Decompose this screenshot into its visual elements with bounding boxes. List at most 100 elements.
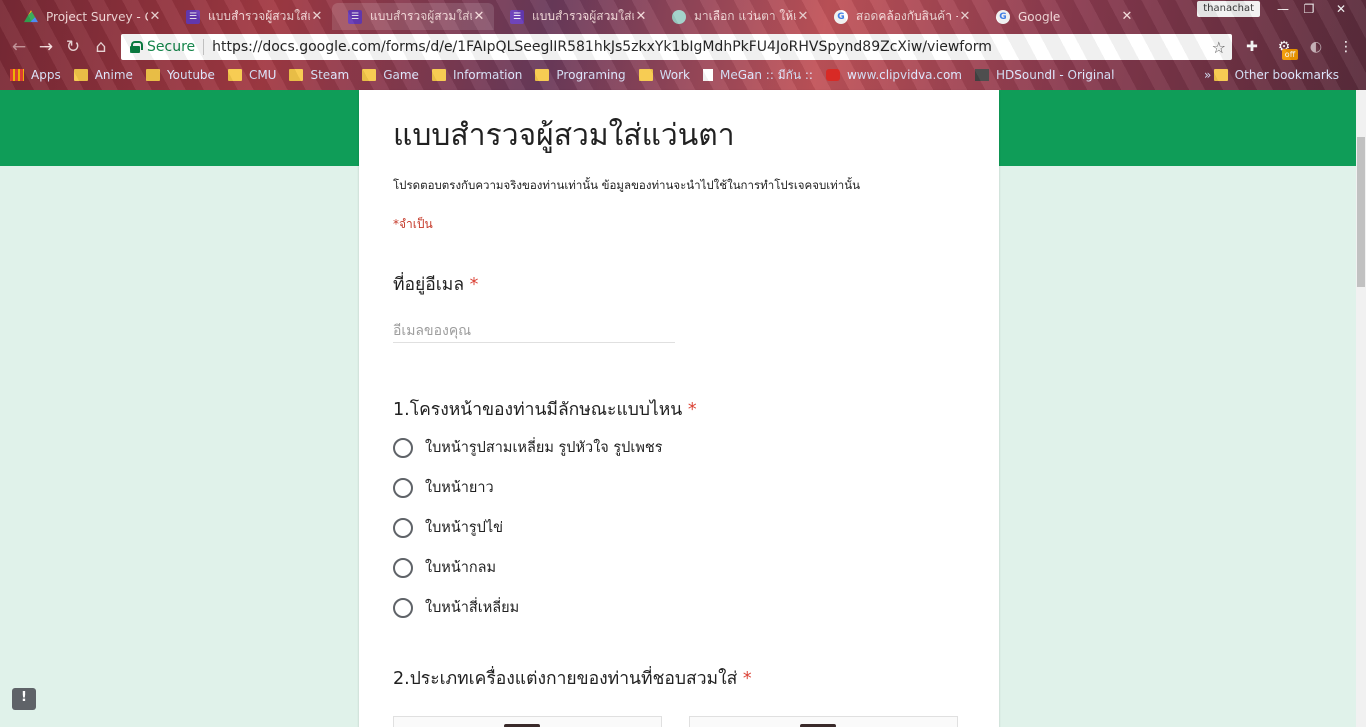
bookmarks-bar: Apps Anime Youtube CMU Steam Game Inform…: [0, 65, 1366, 85]
email-question-title: ที่อยู่อีเมล *: [393, 270, 478, 298]
forms-icon: ☰: [186, 9, 200, 24]
menu-icon[interactable]: ⋮: [1336, 37, 1356, 57]
required-asterisk: *: [742, 669, 752, 689]
secure-label: Secure: [147, 39, 196, 55]
bookmark-megan[interactable]: MeGan :: มีกัน ::: [702, 66, 813, 85]
close-tab-icon[interactable]: ✕: [310, 9, 324, 24]
bookmark-label: www.clipvidva.com: [846, 68, 962, 82]
bookmark-label: Work: [659, 68, 690, 82]
tab-title: Google: [1018, 9, 1061, 24]
extension-puzzle-icon[interactable]: ✚: [1242, 37, 1262, 57]
tab-title: แบบสำรวจผู้สวมใส่แว่นต: [370, 9, 472, 23]
bookmark-steam[interactable]: Steam: [289, 68, 349, 82]
site-icon: [672, 9, 686, 24]
bookmark-programing[interactable]: Programing: [535, 68, 626, 82]
close-tab-icon[interactable]: ✕: [148, 9, 162, 24]
radio-circle-icon[interactable]: [393, 477, 413, 498]
question-1-title: 1.โครงหน้าของท่านมีลักษณะแบบไหน *: [393, 395, 697, 423]
profile-chip[interactable]: thanachat: [1197, 1, 1260, 17]
reload-icon[interactable]: ↻: [62, 36, 84, 58]
google-icon: G: [834, 9, 848, 24]
forward-icon[interactable]: →: [35, 36, 57, 58]
radio-circle-icon[interactable]: [393, 517, 413, 538]
tab-title: Project Survey - Go: [46, 9, 148, 24]
google-icon: G: [996, 9, 1010, 24]
close-tab-icon[interactable]: ✕: [472, 9, 486, 24]
bookmark-star-icon[interactable]: ☆: [1212, 38, 1226, 57]
bookmark-game[interactable]: Game: [362, 68, 419, 82]
option-label: ใบหน้ารูปสามเหลี่ยม รูปหัวใจ รูปเพชร: [425, 440, 663, 456]
bookmark-youtube[interactable]: Youtube: [145, 68, 215, 82]
folder-icon: [535, 69, 550, 81]
bookmark-clipvidva[interactable]: www.clipvidva.com: [825, 68, 962, 82]
bookmark-apps[interactable]: Apps: [10, 68, 61, 82]
bookmark-work[interactable]: Work: [638, 68, 690, 82]
minimize-icon[interactable]: —: [1270, 0, 1296, 18]
tab-form-2[interactable]: ☰ แบบสำรวจผู้สวมใส่แว่นต ✕: [332, 3, 494, 30]
option-label: ใบหน้าสี่เหลี่ยม: [425, 600, 520, 616]
bookmark-label: CMU: [248, 68, 277, 82]
tab-form-3[interactable]: ☰ แบบสำรวจผู้สวมใส่แว่น ✕: [494, 3, 656, 30]
tab-project-survey[interactable]: Project Survey - Go ✕: [8, 3, 170, 30]
bookmark-label: Youtube: [166, 68, 215, 82]
close-tab-icon[interactable]: ✕: [796, 9, 810, 24]
bookmark-information[interactable]: Information: [431, 68, 523, 82]
bookmark-label: Game: [383, 68, 419, 82]
bookmark-cmu[interactable]: CMU: [227, 68, 277, 82]
radio-option[interactable]: ใบหน้าสี่เหลี่ยม: [393, 596, 519, 619]
radio-circle-icon[interactable]: [393, 437, 413, 458]
radio-circle-icon[interactable]: [393, 557, 413, 578]
drive-icon: [24, 10, 38, 23]
bookmark-hdsound[interactable]: HDSoundI - Original: [974, 68, 1115, 82]
tab-form-1[interactable]: ☰ แบบสำรวจผู้สวมใส่แว่นต ✕: [170, 3, 332, 30]
folder-icon: [289, 69, 304, 81]
extension-off-badge: off: [1282, 49, 1298, 60]
close-window-icon[interactable]: ✕: [1328, 0, 1354, 18]
tab-glasses-site[interactable]: มาเลือก แว่นตา ให้เหม ✕: [656, 3, 818, 30]
address-bar[interactable]: Secure https://docs.google.com/forms/d/e…: [121, 34, 1232, 60]
radio-option[interactable]: ใบหน้ากลม: [393, 556, 496, 579]
question-label: 1.โครงหน้าของท่านมีลักษณะแบบไหน: [393, 400, 683, 420]
email-field[interactable]: อีเมลของคุณ: [393, 318, 675, 343]
image-choice-tile[interactable]: [393, 716, 662, 727]
bookmarks-overflow-icon[interactable]: »: [1204, 68, 1211, 82]
radio-option[interactable]: ใบหน้ารูปสามเหลี่ยม รูปหัวใจ รูปเพชร: [393, 436, 663, 459]
required-asterisk: *: [687, 400, 697, 420]
bookmark-anime[interactable]: Anime: [73, 68, 133, 82]
url-text[interactable]: https://docs.google.com/forms/d/e/1FAIpQ…: [212, 39, 1212, 55]
radio-option[interactable]: ใบหน้ารูปไข่: [393, 516, 503, 539]
forms-icon: ☰: [348, 9, 362, 24]
close-tab-icon[interactable]: ✕: [634, 9, 648, 24]
tab-title: แบบสำรวจผู้สวมใส่แว่น: [532, 9, 634, 23]
bookmark-label: Information: [452, 68, 523, 82]
folder-icon: [73, 69, 88, 81]
close-tab-icon[interactable]: ✕: [958, 9, 972, 24]
tab-google[interactable]: G Google ✕: [980, 3, 1142, 30]
option-label: ใบหน้ากลม: [425, 560, 497, 576]
extension-circle-icon[interactable]: ◐: [1306, 37, 1326, 57]
tab-title: สอดคล้องกับสินค้า - ค้น: [856, 9, 958, 23]
close-tab-icon[interactable]: ✕: [1120, 9, 1134, 24]
bookmark-label: Programing: [556, 68, 626, 82]
forms-icon: ☰: [510, 9, 524, 24]
restore-icon[interactable]: ❐: [1296, 0, 1322, 18]
image-choice-tile[interactable]: [689, 716, 958, 727]
folder-icon: [362, 69, 377, 81]
form-description: โปรดตอบตรงกับความจริงของท่านเท่านั้น ข้อ…: [393, 178, 860, 192]
radio-option[interactable]: ใบหน้ายาว: [393, 476, 494, 499]
tab-strip: Project Survey - Go ✕ ☰ แบบสำรวจผู้สวมใส…: [0, 0, 1366, 30]
browser-chrome: Project Survey - Go ✕ ☰ แบบสำรวจผู้สวมใส…: [0, 0, 1366, 90]
tab-title: มาเลือก แว่นตา ให้เหม: [694, 9, 796, 23]
feedback-icon[interactable]: !: [12, 688, 36, 710]
video-icon: [825, 69, 840, 81]
radio-circle-icon[interactable]: [393, 597, 413, 618]
bookmark-label: Other bookmarks: [1234, 68, 1339, 82]
folder-icon: [227, 69, 242, 81]
scrollbar-thumb[interactable]: [1357, 137, 1365, 287]
tab-google-search[interactable]: G สอดคล้องกับสินค้า - ค้น ✕: [818, 3, 980, 30]
hd-icon: [974, 69, 989, 81]
form-title: แบบสำรวจผู้สวมใส่แว่นตา: [393, 118, 735, 153]
back-icon[interactable]: ←: [8, 36, 30, 58]
home-icon[interactable]: ⌂: [90, 36, 112, 58]
bookmark-other[interactable]: Other bookmarks: [1213, 68, 1339, 82]
